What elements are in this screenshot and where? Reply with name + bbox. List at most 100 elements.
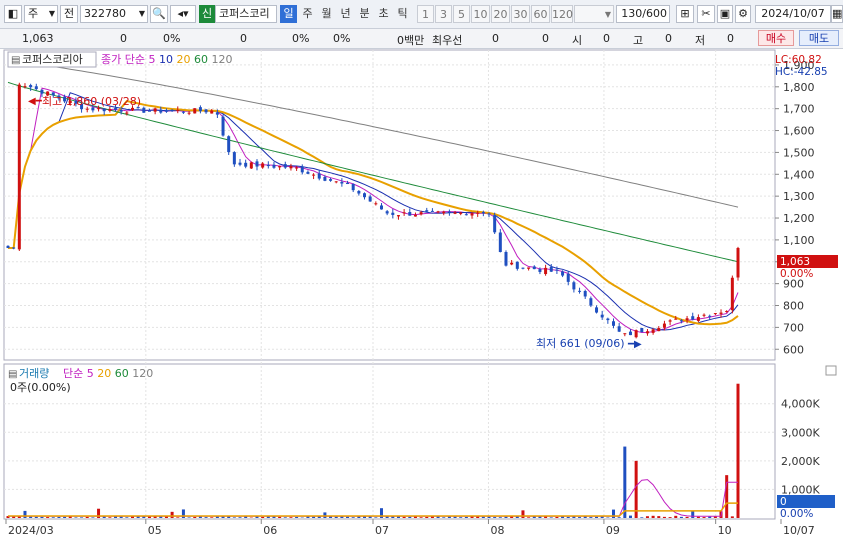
new-badge: 신 [199, 5, 215, 23]
interval-tab-0[interactable]: 일 [280, 5, 297, 23]
volume-bar [634, 460, 638, 518]
volume-bar [419, 517, 423, 518]
volume-bar [498, 517, 502, 518]
candle-body [736, 247, 740, 278]
candle-body [368, 196, 372, 202]
candle-body [430, 210, 434, 212]
search-icon[interactable]: 🔍 [150, 5, 168, 23]
candle-body [12, 247, 16, 249]
minute-tab-20[interactable]: 20 [491, 5, 510, 23]
minute-tab-1[interactable]: 1 [417, 5, 434, 23]
candle-body [379, 205, 383, 210]
candle-body [634, 330, 638, 338]
volume-bar [261, 516, 265, 518]
candle-body [713, 313, 717, 315]
candle-body [187, 112, 191, 114]
all-button[interactable]: 전 [60, 5, 78, 23]
sound-icon[interactable]: ◂▾ [170, 5, 196, 23]
chart-area[interactable]: 1,9001,8001,7001,6001,5001,4001,3001,200… [0, 48, 843, 543]
legend-stock-name: 코퍼스코리아 [22, 53, 83, 66]
chart-type-icon[interactable]: ◧ [4, 5, 22, 23]
volume-bar [555, 516, 559, 518]
candle-body [442, 211, 446, 214]
candle-body [374, 203, 378, 205]
volume-y-axis: 4,000K 3,000K 2,000K 1,000K [781, 398, 820, 497]
candle-body [119, 110, 123, 112]
minute-tab-60[interactable]: 60 [531, 5, 550, 23]
volume-tick-label: 2,000K [781, 455, 820, 468]
last-volume: 0 [780, 496, 787, 508]
volume-bar [74, 517, 78, 518]
high-label: 고 [633, 34, 644, 47]
count-value: 130 [621, 7, 643, 20]
candle-body [278, 166, 282, 168]
minute-tab-10[interactable]: 10 [471, 5, 490, 23]
candle-body [623, 333, 627, 335]
candle-body [159, 109, 163, 113]
x-tick-label: 05 [148, 524, 162, 537]
interval-tab-4[interactable]: 분 [356, 5, 373, 23]
scissors-icon[interactable]: ✂ [697, 5, 715, 23]
candle-body [272, 164, 276, 168]
candle-body [130, 107, 134, 111]
code-input[interactable]: 322780 ▼ [80, 5, 148, 23]
x-tick-label: 08 [490, 524, 504, 537]
save-icon[interactable]: ▣ [717, 5, 733, 23]
interval-tab-1[interactable]: 주 [299, 5, 316, 23]
candle-body [306, 171, 310, 174]
volume-bar [40, 516, 44, 518]
open-label: 시 [572, 34, 583, 47]
minute-tab-120[interactable]: 120 [551, 5, 573, 23]
minute-tab-5[interactable]: 5 [453, 5, 470, 23]
candle-body [532, 266, 536, 270]
minute-tab-30[interactable]: 30 [511, 5, 530, 23]
volume-bar [289, 517, 293, 518]
volume-bar [334, 516, 338, 518]
best-bid: 0 [492, 32, 499, 45]
minute-tab-3[interactable]: 3 [435, 5, 452, 23]
candle-body [255, 161, 259, 167]
volume-bar [628, 515, 632, 518]
interval-tab-3[interactable]: 년 [337, 5, 354, 23]
candle-body [85, 108, 89, 110]
sell-button[interactable]: 매도 [799, 30, 839, 46]
volume-bar [187, 517, 191, 518]
candle-body [346, 183, 350, 185]
candle-body [385, 211, 389, 214]
buy-button[interactable]: 매수 [758, 30, 794, 46]
candle-body [657, 328, 661, 332]
volume-bar [640, 517, 644, 518]
volume-bar [91, 517, 95, 518]
custom-minute-select[interactable]: ▼ [574, 5, 614, 23]
calendar-icon[interactable]: ▦ [831, 5, 843, 23]
candle-body [566, 273, 570, 282]
candle-body [181, 111, 185, 113]
period-select[interactable]: 주 ▼ [24, 5, 58, 23]
x-tick-label: 10/07 [783, 524, 815, 537]
candle-icon[interactable]: ⊞ [676, 5, 694, 23]
candle-body [606, 318, 610, 321]
panel-close-icon[interactable] [825, 365, 837, 376]
volume-bar [453, 516, 457, 518]
volume-bar [464, 516, 468, 518]
x-tick-label: 10 [718, 524, 732, 537]
volume-bar [623, 446, 627, 518]
candle-body [244, 162, 248, 167]
volume-bar [51, 517, 55, 518]
low-value: 0 [727, 32, 734, 45]
interval-tab-6[interactable]: 틱 [394, 5, 411, 23]
count-field[interactable]: 130/600 [616, 5, 670, 23]
y-tick-label: 1,700 [783, 103, 815, 116]
date-field[interactable]: 2024/10/07 [755, 5, 831, 23]
last-volume-pct: 0.00% [780, 508, 813, 520]
gear-icon[interactable]: ⚙ [735, 5, 751, 23]
volume-bar [80, 517, 84, 518]
interval-tab-2[interactable]: 월 [318, 5, 335, 23]
candle-body [730, 277, 734, 311]
interval-tab-5[interactable]: 초 [375, 5, 392, 23]
volume-bar [679, 516, 683, 518]
volume-bar [725, 475, 729, 518]
legend-icon: ▤ [11, 55, 20, 66]
volume-bar [57, 517, 61, 518]
volume-bar [645, 516, 649, 518]
